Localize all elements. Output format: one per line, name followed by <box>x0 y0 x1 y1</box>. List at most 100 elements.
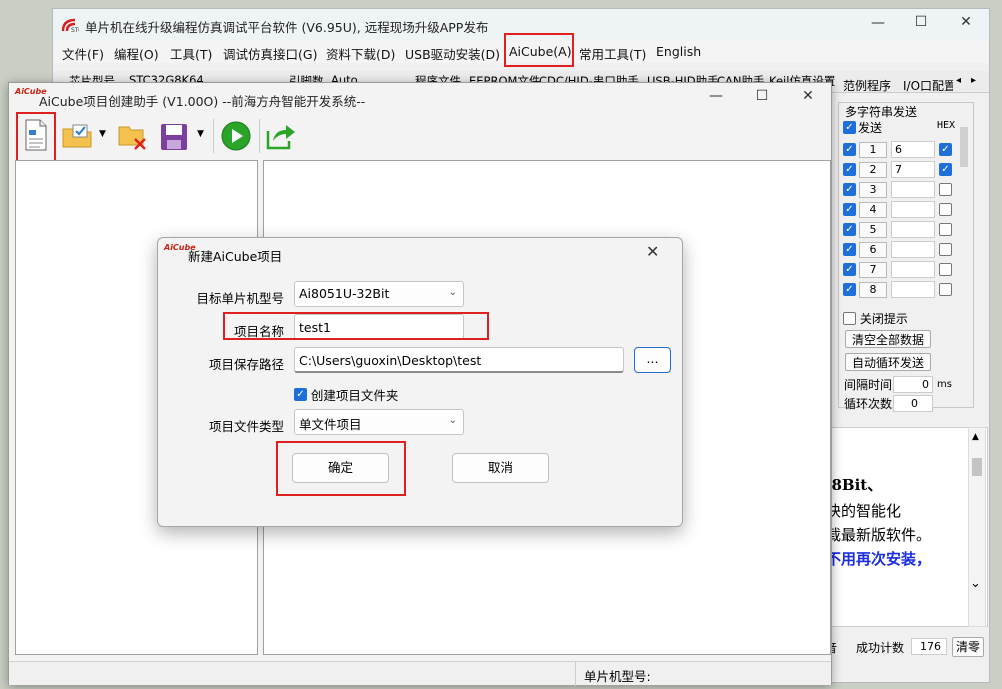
cancel-button[interactable]: 取消 <box>452 453 549 483</box>
aicube-close-button[interactable]: ✕ <box>785 88 831 104</box>
aicube-status-bar: 单片机型号: <box>9 661 831 686</box>
send-all-checkbox[interactable]: ✓ <box>843 121 856 134</box>
open-project-icon[interactable] <box>61 123 95 149</box>
row-enable-checkbox[interactable]: ✓ <box>843 243 856 256</box>
save-dropdown-icon[interactable]: ▼ <box>197 129 204 139</box>
menu-program[interactable]: 编程(O) <box>114 44 159 63</box>
create-folder-checkbox[interactable]: ✓ 创建项目文件夹 <box>294 385 398 404</box>
file-type-label: 项目文件类型 <box>208 419 284 434</box>
aicube-toolbar: ▼ ▼ <box>9 113 831 159</box>
file-type-select[interactable]: 单文件项目 ⌄ <box>294 409 464 435</box>
toolbar-divider-2 <box>259 119 260 153</box>
tab-scroll-left-icon[interactable]: ◂ <box>956 75 961 86</box>
clear-all-button[interactable]: 清空全部数据 <box>845 330 931 348</box>
close-button[interactable]: ✕ <box>943 14 989 30</box>
row-value-input[interactable] <box>891 241 935 258</box>
log-line-4: 不用再次安装， <box>826 550 932 568</box>
multi-send-row: ✓ 5 <box>839 221 969 239</box>
save-path-label: 项目保存路径 <box>208 357 284 372</box>
row-send-button[interactable]: 3 <box>859 182 887 198</box>
success-count-label: 成功计数 <box>856 641 905 655</box>
menu-download[interactable]: 资料下载(D) <box>326 44 395 63</box>
log-line-1: /8Bit、 <box>826 476 883 494</box>
row-value-input[interactable]: 7 <box>891 161 935 178</box>
mcu-model-status: 单片机型号: <box>584 669 651 684</box>
row-hex-checkbox[interactable] <box>939 183 952 196</box>
multi-send-title: 多字符串发送 <box>845 105 918 119</box>
row-hex-checkbox[interactable]: ✓ <box>939 163 952 176</box>
aicube-maximize-button[interactable]: ☐ <box>739 88 785 104</box>
row-hex-checkbox[interactable] <box>939 223 952 236</box>
dialog-title: 新建AiCube项目 <box>188 249 283 264</box>
row-send-button[interactable]: 2 <box>859 162 887 178</box>
row-value-input[interactable] <box>891 261 935 278</box>
target-mcu-select[interactable]: Ai8051U-32Bit ⌄ <box>294 281 464 307</box>
app-logo-icon: STC <box>61 18 79 33</box>
io-config-tab[interactable]: I/O口配置 <box>903 77 953 94</box>
row-enable-checkbox[interactable]: ✓ <box>843 263 856 276</box>
menu-common-tools[interactable]: 常用工具(T) <box>579 44 646 63</box>
row-value-input[interactable]: 6 <box>891 141 935 158</box>
row-value-input[interactable] <box>891 181 935 198</box>
row-enable-checkbox[interactable]: ✓ <box>843 203 856 216</box>
row-hex-checkbox[interactable] <box>939 283 952 296</box>
multi-send-panel: 多字符串发送 ✓ 1 6 ✓ ✓ 2 7 ✓ ✓ 3 ✓ 4 ✓ 5 ✓ 6 ✓ 7 ✓ 8 ✓ 发送 HEX 关闭提示 清… <box>838 102 974 412</box>
row-enable-checkbox[interactable]: ✓ <box>843 163 856 176</box>
reset-count-button[interactable]: 清零 <box>952 637 984 657</box>
row-send-button[interactable]: 6 <box>859 242 887 258</box>
row-enable-checkbox[interactable]: ✓ <box>843 183 856 196</box>
menu-debug[interactable]: 调试仿真接口(G) <box>223 44 317 63</box>
aicube-minimize-button[interactable]: — <box>693 88 739 104</box>
row-send-button[interactable]: 8 <box>859 282 887 298</box>
run-icon[interactable] <box>220 120 252 152</box>
browse-button[interactable]: ... <box>634 347 671 373</box>
aicube-title: AiCube项目创建助手 (V1.00O) --前海方舟智能开发系统-- <box>39 94 366 109</box>
auto-loop-button[interactable]: 自动循环发送 <box>845 353 931 371</box>
info-log: /8Bit、 块的智能化 载最新版软件。 不用再次安装， <box>825 427 988 627</box>
row-enable-checkbox[interactable]: ✓ <box>843 143 856 156</box>
row-enable-checkbox[interactable]: ✓ <box>843 283 856 296</box>
dialog-close-icon[interactable]: ✕ <box>646 242 659 261</box>
log-scrollbar[interactable]: ▲ ⌄ <box>968 427 986 627</box>
interval-input[interactable]: 0 <box>893 376 933 393</box>
row-value-input[interactable] <box>891 281 935 298</box>
row-enable-checkbox[interactable]: ✓ <box>843 223 856 236</box>
aicube-logo-icon: AiCube <box>15 87 47 96</box>
row-value-input[interactable] <box>891 201 935 218</box>
close-project-icon[interactable] <box>117 123 149 151</box>
menu-tools[interactable]: 工具(T) <box>170 44 212 63</box>
menu-usb-driver[interactable]: USB驱动安装(D) <box>405 44 500 63</box>
multi-send-row: ✓ 7 <box>839 261 969 279</box>
minimize-button[interactable]: — <box>855 15 901 31</box>
row-hex-checkbox[interactable] <box>939 263 952 276</box>
panel-scrollbar[interactable] <box>960 127 968 167</box>
row-value-input[interactable] <box>891 221 935 238</box>
row-hex-checkbox[interactable]: ✓ <box>939 143 952 156</box>
tab-scroll-right-icon[interactable]: ▸ <box>971 75 976 86</box>
maximize-button[interactable]: ☐ <box>898 14 944 30</box>
export-icon[interactable] <box>265 121 297 151</box>
row-send-button[interactable]: 4 <box>859 202 887 218</box>
svg-text:STC: STC <box>71 27 79 33</box>
log-line-2: 块的智能化 <box>826 502 902 520</box>
close-tip-checkbox[interactable]: 关闭提示 <box>843 310 908 327</box>
window-title: 单片机在线升级编程仿真调试平台软件 (V6.95U), 远程现场升级APP发布 <box>85 20 489 35</box>
row-send-button[interactable]: 5 <box>859 222 887 238</box>
highlight-project-name <box>223 312 489 340</box>
row-send-button[interactable]: 1 <box>859 142 887 158</box>
success-count-value: 176 <box>911 638 947 655</box>
chevron-down-icon: ⌄ <box>448 415 457 426</box>
menu-english[interactable]: English <box>656 44 701 59</box>
send-header: ✓ 发送 HEX <box>843 119 955 136</box>
menu-file[interactable]: 文件(F) <box>62 44 104 63</box>
row-hex-checkbox[interactable] <box>939 243 952 256</box>
highlight-aicube-menu <box>504 33 574 67</box>
examples-tab[interactable]: 范例程序 <box>843 77 891 94</box>
save-path-input[interactable]: C:\Users\guoxin\Desktop\test <box>294 347 624 373</box>
row-send-button[interactable]: 7 <box>859 262 887 278</box>
save-icon[interactable] <box>159 122 189 152</box>
open-dropdown-icon[interactable]: ▼ <box>99 129 106 139</box>
multi-send-row: ✓ 3 <box>839 181 969 199</box>
row-hex-checkbox[interactable] <box>939 203 952 216</box>
loop-input[interactable]: 0 <box>893 395 933 412</box>
